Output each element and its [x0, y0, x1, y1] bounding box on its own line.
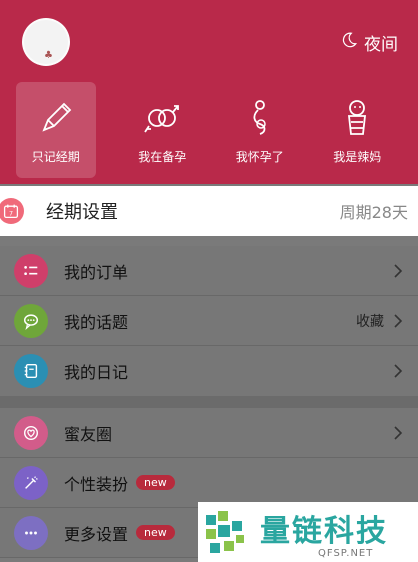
- baby-icon: [335, 96, 379, 140]
- chevron-right-icon: [392, 363, 404, 379]
- menu-item-label: 我的日记: [64, 363, 129, 382]
- menu-item-label: 我的话题: [64, 312, 129, 332]
- watermark-brand: 量链科技: [260, 513, 388, 549]
- notebook-icon: [14, 354, 48, 388]
- cycle-length-value: 周期28天: [339, 203, 408, 222]
- menu-item-friend-circle[interactable]: 蜜友圈: [0, 408, 418, 458]
- more-dots-icon: [14, 515, 48, 550]
- menu-item-label: 我的订单: [64, 262, 129, 282]
- brand-logo-icon: [202, 507, 252, 557]
- avatar[interactable]: ♣: [22, 18, 70, 66]
- mode-label: 我是辣妈: [333, 149, 382, 164]
- watermark: 量链科技 QFSP.NET: [198, 502, 418, 562]
- menu-item-diary[interactable]: 我的日记: [0, 346, 418, 396]
- calendar-icon: 7: [0, 198, 24, 224]
- menu-item-orders[interactable]: 我的订单: [0, 246, 418, 296]
- night-mode-label: 夜间: [364, 35, 398, 55]
- new-badge: new: [136, 525, 175, 540]
- mode-label: 只记经期: [31, 149, 80, 164]
- mode-pregnant[interactable]: 我怀孕了: [211, 82, 308, 178]
- mode-label: 我在备孕: [138, 149, 187, 164]
- chat-bubble-icon: [14, 303, 48, 338]
- magic-wand-icon: [14, 465, 48, 500]
- pregnant-icon: [238, 96, 282, 140]
- chevron-right-icon: [392, 425, 404, 441]
- mode-period-only[interactable]: 只记经期: [16, 82, 96, 178]
- header: ♣ 夜间 只记经期 我在备孕 我怀孕了 我是辣妈: [0, 0, 418, 184]
- avatar-image-icon: ♣: [44, 50, 53, 61]
- favorites-link[interactable]: 收藏: [356, 311, 384, 331]
- list-icon: [14, 253, 48, 288]
- new-badge: new: [136, 475, 175, 490]
- period-settings-title: 经期设置: [46, 202, 118, 223]
- calendar-day: 7: [9, 209, 13, 217]
- mode-selector: 只记经期 我在备孕 我怀孕了 我是辣妈: [16, 82, 406, 178]
- mode-trying-to-conceive[interactable]: 我在备孕: [114, 82, 211, 178]
- mode-label: 我怀孕了: [235, 149, 284, 164]
- moon-icon: [340, 31, 358, 54]
- heart-circle-icon: [14, 415, 48, 450]
- chevron-right-icon: [392, 263, 404, 279]
- menu-item-dress-up[interactable]: 个性装扮 new: [0, 458, 418, 508]
- gender-symbols-icon: [140, 96, 184, 140]
- night-mode-button[interactable]: 夜间: [340, 30, 398, 55]
- chevron-right-icon: [392, 313, 404, 329]
- menu-item-topics[interactable]: 我的话题 收藏: [0, 296, 418, 346]
- mode-new-mom[interactable]: 我是辣妈: [309, 82, 406, 178]
- menu-item-label: 个性装扮: [64, 474, 129, 494]
- section-divider: [0, 396, 418, 408]
- menu-group-personal: 我的订单 我的话题 收藏 我的日记: [0, 246, 418, 396]
- pen-icon: [34, 96, 78, 140]
- period-settings-row[interactable]: 7 经期设置 周期28天: [0, 186, 418, 236]
- menu-item-label: 蜜友圈: [64, 424, 113, 444]
- menu-item-label: 更多设置: [64, 524, 129, 544]
